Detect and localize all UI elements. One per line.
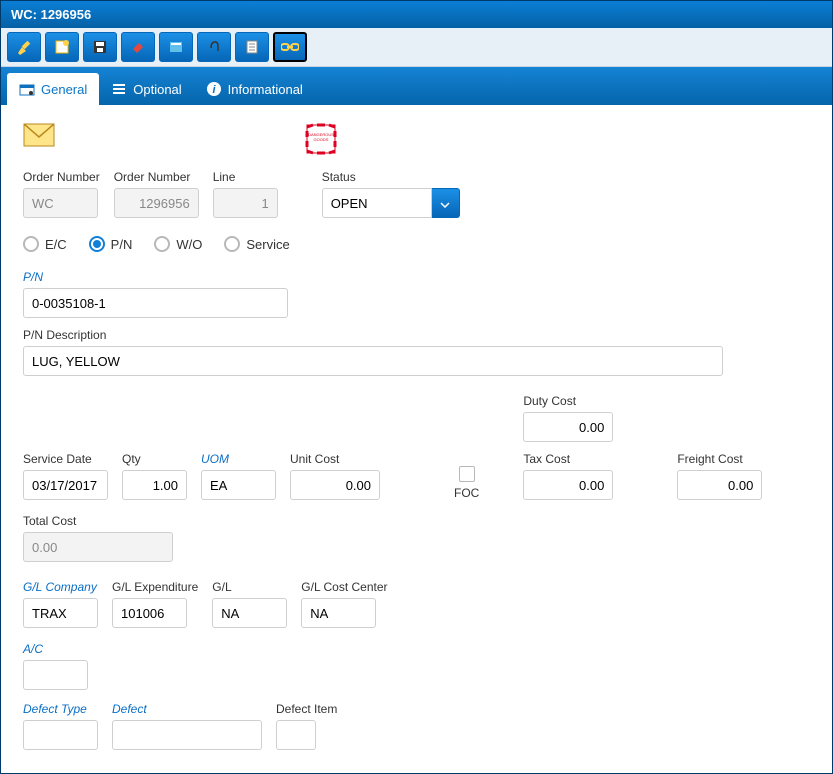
radio-wo-label: W/O xyxy=(176,237,202,252)
radio-wo[interactable]: W/O xyxy=(154,236,202,252)
service-date-label: Service Date xyxy=(23,452,108,466)
service-date-field[interactable] xyxy=(23,470,108,500)
tab-general[interactable]: General xyxy=(7,73,99,105)
type-radio-group: E/C P/N W/O Service xyxy=(23,236,810,252)
link-button[interactable] xyxy=(273,32,307,62)
optional-tab-icon xyxy=(111,81,127,97)
dangerous-goods-icon[interactable]: DANGEROUSGOODS xyxy=(305,123,337,158)
pin-icon xyxy=(15,38,33,56)
foc-label: FOC xyxy=(454,486,479,500)
gl-cost-center-label: G/L Cost Center xyxy=(301,580,387,594)
ac-field[interactable] xyxy=(23,660,88,690)
gl-company-field[interactable] xyxy=(23,598,98,628)
ac-label[interactable]: A/C xyxy=(23,642,810,656)
tax-cost-field[interactable] xyxy=(523,470,613,500)
radio-pn[interactable]: P/N xyxy=(89,236,133,252)
line-label: Line xyxy=(213,170,278,184)
status-dropdown-button[interactable] xyxy=(432,188,460,218)
total-cost-label: Total Cost xyxy=(23,514,810,528)
qty-field[interactable] xyxy=(122,470,187,500)
gl-company-label[interactable]: G/L Company xyxy=(23,580,98,594)
tab-informational[interactable]: i Informational xyxy=(194,73,315,105)
foc-checkbox[interactable] xyxy=(459,466,475,482)
defect-item-field[interactable] xyxy=(276,720,316,750)
duty-cost-field[interactable] xyxy=(523,412,613,442)
save-button[interactable] xyxy=(83,32,117,62)
toolbar xyxy=(1,28,832,67)
document-button[interactable] xyxy=(235,32,269,62)
duty-cost-label: Duty Cost xyxy=(523,394,613,408)
total-cost-field xyxy=(23,532,173,562)
new-button[interactable] xyxy=(45,32,79,62)
pn-desc-label: P/N Description xyxy=(23,328,810,342)
pn-desc-field[interactable] xyxy=(23,346,723,376)
defect-type-field[interactable] xyxy=(23,720,98,750)
uom-field[interactable] xyxy=(201,470,276,500)
radio-service-label: Service xyxy=(246,237,289,252)
save-icon xyxy=(91,38,109,56)
mail-icon[interactable] xyxy=(23,123,55,158)
notes-button[interactable] xyxy=(159,32,193,62)
qty-label: Qty xyxy=(122,452,187,466)
unit-cost-field[interactable] xyxy=(290,470,380,500)
svg-text:GOODS: GOODS xyxy=(314,137,329,142)
order-number-label: Order Number xyxy=(114,170,199,184)
defect-label[interactable]: Defect xyxy=(112,702,262,716)
eraser-icon xyxy=(129,38,147,56)
pin-button[interactable] xyxy=(7,32,41,62)
document-icon xyxy=(243,38,261,56)
gl-cost-center-field[interactable] xyxy=(301,598,376,628)
order-prefix-label: Order Number xyxy=(23,170,100,184)
tab-optional-label: Optional xyxy=(133,82,181,97)
tab-general-label: General xyxy=(41,82,87,97)
status-field[interactable] xyxy=(322,188,432,218)
window-title: WC: 1296956 xyxy=(1,1,832,28)
order-number-field xyxy=(114,188,199,218)
info-tab-icon: i xyxy=(206,81,222,97)
radio-ec-label: E/C xyxy=(45,237,67,252)
line-field xyxy=(213,188,278,218)
delete-button[interactable] xyxy=(121,32,155,62)
freight-cost-label: Freight Cost xyxy=(677,452,762,466)
attach-button[interactable] xyxy=(197,32,231,62)
defect-type-label[interactable]: Defect Type xyxy=(23,702,98,716)
chevron-down-icon xyxy=(440,196,450,211)
gl-label: G/L xyxy=(212,580,287,594)
paperclip-icon xyxy=(205,38,223,56)
freight-cost-field[interactable] xyxy=(677,470,762,500)
order-prefix-field xyxy=(23,188,98,218)
tab-optional[interactable]: Optional xyxy=(99,73,193,105)
gl-expenditure-field[interactable] xyxy=(112,598,187,628)
pn-label[interactable]: P/N xyxy=(23,270,810,284)
general-tab-icon xyxy=(19,81,35,97)
content-panel: DANGEROUSGOODS Order Number Order Number… xyxy=(1,105,832,774)
status-label: Status xyxy=(322,170,460,184)
uom-label[interactable]: UOM xyxy=(201,452,276,466)
note-icon xyxy=(167,38,185,56)
radio-pn-label: P/N xyxy=(111,237,133,252)
gl-expenditure-label: G/L Expenditure xyxy=(112,580,198,594)
link-icon xyxy=(281,38,299,56)
tax-cost-label: Tax Cost xyxy=(523,452,613,466)
pn-field[interactable] xyxy=(23,288,288,318)
radio-service[interactable]: Service xyxy=(224,236,289,252)
defect-field[interactable] xyxy=(112,720,262,750)
new-icon xyxy=(53,38,71,56)
gl-field[interactable] xyxy=(212,598,287,628)
tab-informational-label: Informational xyxy=(228,82,303,97)
radio-ec[interactable]: E/C xyxy=(23,236,67,252)
tab-strip: General Optional i Informational xyxy=(1,67,832,105)
defect-item-label: Defect Item xyxy=(276,702,337,716)
unit-cost-label: Unit Cost xyxy=(290,452,380,466)
